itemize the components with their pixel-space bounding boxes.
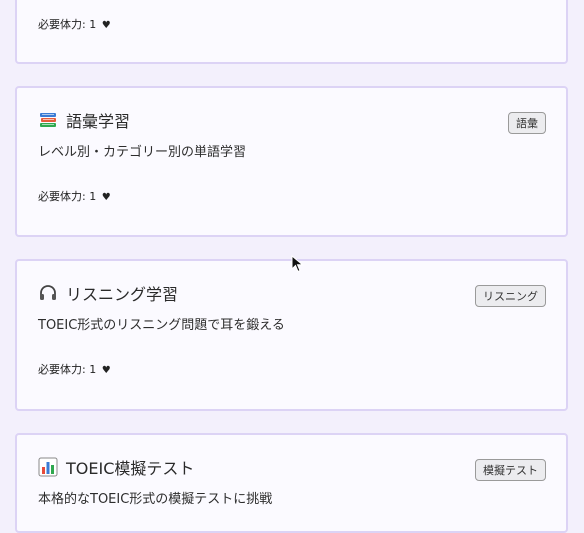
stamina-requirement: 必要体力: 1 ♥ <box>38 16 111 32</box>
study-card-vocabulary[interactable]: 語彙学習 語彙 レベル別・カテゴリー別の単語学習 必要体力: 1 ♥ <box>15 86 568 237</box>
stamina-requirement: 必要体力: 1 ♥ <box>38 188 111 204</box>
headphones-icon <box>40 285 56 300</box>
heart-icon: ♥ <box>101 192 111 203</box>
card-description: TOEIC形式のリスニング問題で耳を鍛える <box>38 318 285 333</box>
bar-chart-icon <box>38 457 58 477</box>
card-title: TOEIC模擬テスト <box>66 459 195 478</box>
books-icon <box>40 113 56 127</box>
category-badge: 模擬テスト <box>475 459 546 481</box>
study-card-listening[interactable]: リスニング学習 リスニング TOEIC形式のリスニング問題で耳を鍛える 必要体力… <box>15 259 568 411</box>
stamina-label: 必要体力: 1 <box>38 18 97 31</box>
card-description: レベル別・カテゴリー別の単語学習 <box>38 145 247 160</box>
stamina-label: 必要体力: 1 <box>38 363 97 376</box>
card-header: リスニング学習 <box>38 281 178 305</box>
study-card-mock-test[interactable]: TOEIC模擬テスト 模擬テスト 本格的なTOEIC形式の模擬テストに挑戦 <box>15 433 568 533</box>
heart-icon: ♥ <box>101 20 111 31</box>
category-badge: リスニング <box>475 285 546 307</box>
card-header: 語彙学習 <box>38 108 130 132</box>
stamina-label: 必要体力: 1 <box>38 190 97 203</box>
study-card-partial[interactable]: 必要体力: 1 ♥ <box>15 0 568 64</box>
card-header: TOEIC模擬テスト <box>38 455 194 479</box>
card-description: 本格的なTOEIC形式の模擬テストに挑戦 <box>38 492 273 507</box>
card-title: リスニング学習 <box>66 285 179 304</box>
card-title: 語彙学習 <box>66 112 131 131</box>
mouse-cursor-icon <box>291 255 304 273</box>
category-badge: 語彙 <box>508 112 546 134</box>
heart-icon: ♥ <box>101 365 111 376</box>
stamina-requirement: 必要体力: 1 ♥ <box>38 361 111 377</box>
